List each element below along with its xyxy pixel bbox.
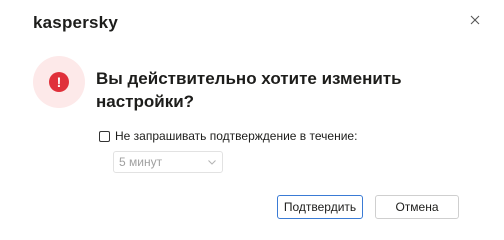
close-button[interactable]: [465, 10, 485, 30]
close-icon: [470, 15, 480, 25]
kaspersky-logo: kaspersky: [33, 13, 118, 32]
confirm-button[interactable]: Подтвердить: [277, 195, 363, 219]
dont-ask-label: Не запрашивать подтверждение в течение:: [115, 129, 358, 143]
duration-select-value: 5 минут: [119, 155, 163, 169]
confirmation-dialog: kaspersky ! Вы действительно хотите изме…: [0, 0, 504, 240]
duration-select[interactable]: 5 минут: [113, 151, 223, 173]
dialog-title: Вы действительно хотите изменить настрой…: [96, 69, 402, 111]
exclamation-icon: !: [49, 72, 69, 92]
alert-badge: !: [33, 56, 85, 108]
chevron-down-icon: [208, 160, 216, 165]
cancel-button[interactable]: Отмена: [375, 195, 459, 219]
dont-ask-option[interactable]: Не запрашивать подтверждение в течение:: [99, 129, 357, 143]
dont-ask-checkbox[interactable]: [99, 130, 110, 142]
